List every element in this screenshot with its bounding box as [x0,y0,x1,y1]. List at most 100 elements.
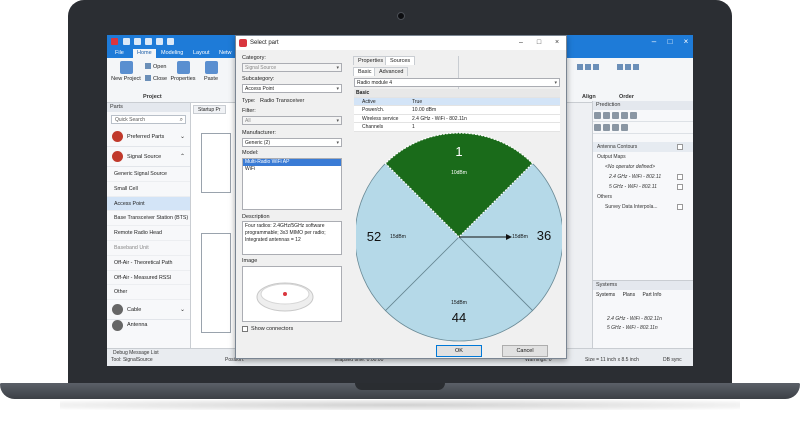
tool-icon[interactable] [621,124,628,131]
tab-basic[interactable]: Basic [353,67,377,76]
tool-icon[interactable] [603,112,610,119]
property-value[interactable]: True [412,98,422,107]
order-icon [617,64,623,70]
prediction-row-label: 2.4 GHz - WiFi - 802.11 [609,174,662,180]
checkbox[interactable] [677,184,683,190]
part-item[interactable]: Small Cell [107,182,190,197]
tab-properties[interactable]: Properties [353,56,389,65]
property-row[interactable]: Power/ch. 10.00 dBm [354,106,560,115]
prediction-row[interactable]: Output Maps [593,152,693,162]
manufacturer-label: Manufacturer: [242,130,276,136]
ok-button[interactable]: OK [436,345,482,357]
model-label: Model: [242,150,259,156]
search-icon: ⌕ [179,117,183,123]
checkbox[interactable] [677,144,683,150]
prediction-row[interactable]: 2.4 GHz - WiFi - 802.11 [593,172,693,182]
system-row[interactable]: 2.4 GHz - WiFi - 802.11n [593,315,693,324]
document-tab[interactable]: Startup Pr [193,105,226,114]
part-item[interactable]: Off-Air - Measured RSSI [107,271,190,286]
tab-layout[interactable]: Layout [189,49,214,58]
part-item[interactable]: Generic Signal Source [107,167,190,182]
subcategory-select[interactable]: Access Point ▾ [242,84,342,93]
open-icon[interactable] [134,38,141,45]
system-row[interactable]: 5 GHz - WiFi - 802.11n [593,324,693,333]
close-icon[interactable]: × [548,36,566,50]
model-item[interactable]: WiFi [243,166,341,173]
prediction-row[interactable]: Antenna Contours [593,142,693,152]
part-item[interactable]: Access Point [107,196,190,212]
category-label: Category: [242,55,266,61]
chevron-down-icon: ▾ [336,65,339,71]
part-item[interactable]: Base Transceiver Station (BTS) [107,211,190,227]
tool-icon[interactable] [612,112,619,119]
align-tools[interactable] [577,64,601,71]
prediction-row[interactable]: Others [593,192,693,202]
minimize-icon[interactable]: – [512,36,530,50]
category-antenna[interactable]: Antenna [107,319,190,331]
checkbox[interactable] [677,174,683,180]
tab-plans[interactable]: Plans [623,292,636,298]
debug-message-list-tab[interactable]: Debug Message List [113,350,159,356]
property-row[interactable]: Channels 1 [354,123,560,132]
tool-icon[interactable] [594,112,601,119]
maximize-icon[interactable]: □ [663,36,677,47]
save-icon[interactable] [123,38,130,45]
category-signal-source[interactable]: Signal Source ⌃ [107,147,190,167]
category-preferred-parts[interactable]: Preferred Parts ⌄ [107,127,190,147]
tab-part-info[interactable]: Part Info [642,292,661,298]
cancel-button[interactable]: Cancel [502,345,548,357]
manufacturer-select[interactable]: Generic (2) ▾ [242,138,342,147]
model-list[interactable]: Multi-Radio WiFi AP WiFi [242,158,342,210]
cable-label: Cable [127,306,142,313]
order-tools[interactable] [617,64,641,71]
property-row[interactable]: Active True [354,97,560,107]
property-value[interactable]: 1 [412,123,415,132]
tab-sources[interactable]: Sources [385,56,416,65]
property-row[interactable]: Wireless service 2.4 GHz - WiFi - 802.11n [354,114,560,124]
property-value[interactable]: 10.00 dBm [412,106,436,115]
tool-icon[interactable] [612,124,619,131]
show-connectors-checkbox[interactable] [242,326,248,332]
sector-power: 15dBm [390,234,406,240]
part-item[interactable]: Other [107,285,190,301]
part-item[interactable]: Baseband Unit [107,241,190,256]
tab-systems[interactable]: Systems [596,292,615,298]
quick-search-input[interactable]: Quick Search ⌕ [111,115,186,124]
category-cable[interactable]: Cable ⌄ [107,300,190,321]
close-button[interactable]: Close [145,75,167,82]
paste-label: Paste [203,76,219,82]
checkbox[interactable] [677,204,683,210]
parts-panel: Parts Quick Search ⌕ Preferred Parts ⌄ S… [107,103,191,348]
tool-icon[interactable] [603,124,610,131]
close-project-icon [145,75,151,81]
redo-icon[interactable] [156,38,163,45]
category-value: Signal Source [245,65,277,71]
model-item[interactable]: Multi-Radio WiFi AP [243,159,341,166]
tool-icon[interactable] [594,124,601,131]
prediction-row[interactable]: 5 GHz - WiFi - 802.11 [593,182,693,192]
maximize-icon[interactable]: □ [530,36,548,50]
undo-icon[interactable] [145,38,152,45]
part-item[interactable]: Remote Radio Head [107,226,190,241]
tool-icon[interactable] [621,112,628,119]
source-select[interactable]: Radio module 4 ▾ [354,78,560,87]
paste-button[interactable]: Paste [201,61,221,82]
part-item[interactable]: Off-Air - Theoretical Path [107,256,190,271]
tab-file[interactable]: File [111,49,128,58]
sector-diagram[interactable]: 1 10dBm 36 15dBm 44 15dBm 52 15dBm [356,132,562,342]
tab-modeling[interactable]: Modeling [157,49,187,58]
properties-button[interactable]: Properties [169,61,197,82]
tab-network[interactable]: Netw [215,49,236,58]
close-icon[interactable]: × [679,36,693,47]
prediction-row[interactable]: Survey Data Interpola... [593,202,693,212]
open-button[interactable]: Open [145,63,166,70]
prediction-row[interactable]: <No operator defined> [593,162,693,172]
floor-plan-wall [201,133,231,193]
new-project-button[interactable]: New Project [111,61,141,82]
tab-home[interactable]: Home [133,49,156,58]
help-icon[interactable] [167,38,174,45]
minimize-icon[interactable]: – [647,36,661,47]
property-value[interactable]: 2.4 GHz - WiFi - 802.11n [412,115,467,124]
tool-icon[interactable] [630,112,637,119]
tab-advanced[interactable]: Advanced [374,67,409,76]
